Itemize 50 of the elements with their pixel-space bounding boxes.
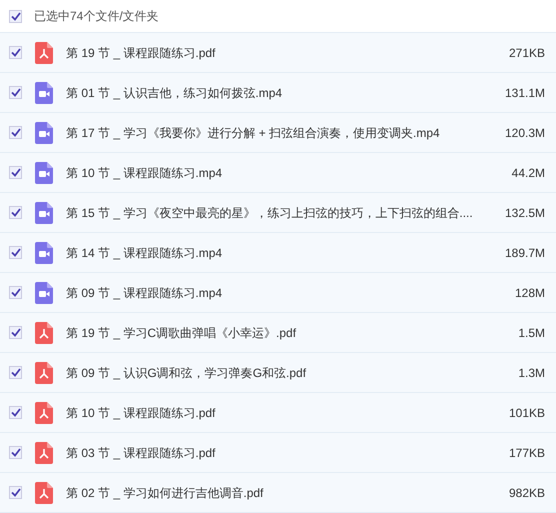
file-name: 第 02 节 _ 学习如何进行吉他调音.pdf: [66, 484, 264, 502]
file-name: 第 03 节 _ 课程跟随练习.pdf: [66, 444, 216, 462]
file-size: 44.2M: [512, 164, 545, 182]
file-name: 第 14 节 _ 课程跟随练习.mp4: [66, 244, 222, 262]
pdf-file-icon: [35, 442, 53, 464]
file-size: 131.1M: [504, 84, 545, 102]
checkbox[interactable]: [9, 486, 22, 499]
video-file-icon: [35, 242, 53, 264]
pdf-file-icon: [35, 362, 53, 384]
file-size: 982KB: [508, 484, 545, 502]
checkbox[interactable]: [9, 166, 22, 179]
file-name: 第 01 节 _ 认识吉他，练习如何拨弦.mp4: [66, 84, 282, 102]
file-name: 第 17 节 _ 学习《我要你》进行分解 + 扫弦组合演奏，使用变调夹.mp4: [66, 124, 440, 142]
video-file-icon: [35, 122, 53, 144]
checkbox[interactable]: [9, 126, 22, 139]
file-size: 101KB: [508, 404, 545, 422]
checkbox[interactable]: [9, 86, 22, 99]
checkbox[interactable]: [9, 206, 22, 219]
video-file-icon: [35, 202, 53, 224]
checkbox[interactable]: [9, 446, 22, 459]
file-name: 第 09 节 _ 认识G调和弦，学习弹奏G和弦.pdf: [66, 364, 306, 382]
file-name: 第 10 节 _ 课程跟随练习.mp4: [66, 164, 222, 182]
pdf-file-icon: [35, 322, 53, 344]
file-size: 1.3M: [518, 364, 545, 382]
video-file-icon: [35, 282, 53, 304]
file-name: 第 10 节 _ 课程跟随练习.pdf: [66, 404, 216, 422]
checkbox[interactable]: [9, 246, 22, 259]
video-file-icon: [35, 162, 53, 184]
pdf-file-icon: [35, 402, 53, 424]
checkbox[interactable]: [9, 46, 22, 59]
file-name: 第 15 节 _ 学习《夜空中最亮的星》，练习上扫弦的技巧，上下扫弦的组合....: [66, 204, 473, 222]
file-size: 132.5M: [504, 204, 545, 222]
file-name: 第 09 节 _ 课程跟随练习.mp4: [66, 284, 222, 302]
video-file-icon: [35, 82, 53, 104]
checkbox[interactable]: [9, 10, 22, 22]
file-name: 第 19 节 _ 课程跟随练习.pdf: [66, 44, 216, 62]
file-size: 189.7M: [504, 244, 545, 262]
selection-count: 已选中74个文件/文件夹: [34, 8, 159, 25]
file-name: 第 19 节 _ 学习C调歌曲弹唱《小幸运》.pdf: [66, 324, 296, 342]
checkbox[interactable]: [9, 286, 22, 299]
file-size: 177KB: [508, 444, 545, 462]
file-size: 1.5M: [518, 324, 545, 342]
file-size: 120.3M: [504, 124, 545, 142]
pdf-file-icon: [35, 482, 53, 504]
file-size: 271KB: [508, 44, 545, 62]
checkbox[interactable]: [9, 406, 22, 419]
checkbox[interactable]: [9, 366, 22, 379]
checkbox[interactable]: [9, 326, 22, 339]
file-size: 128M: [514, 284, 545, 302]
pdf-file-icon: [35, 42, 53, 64]
